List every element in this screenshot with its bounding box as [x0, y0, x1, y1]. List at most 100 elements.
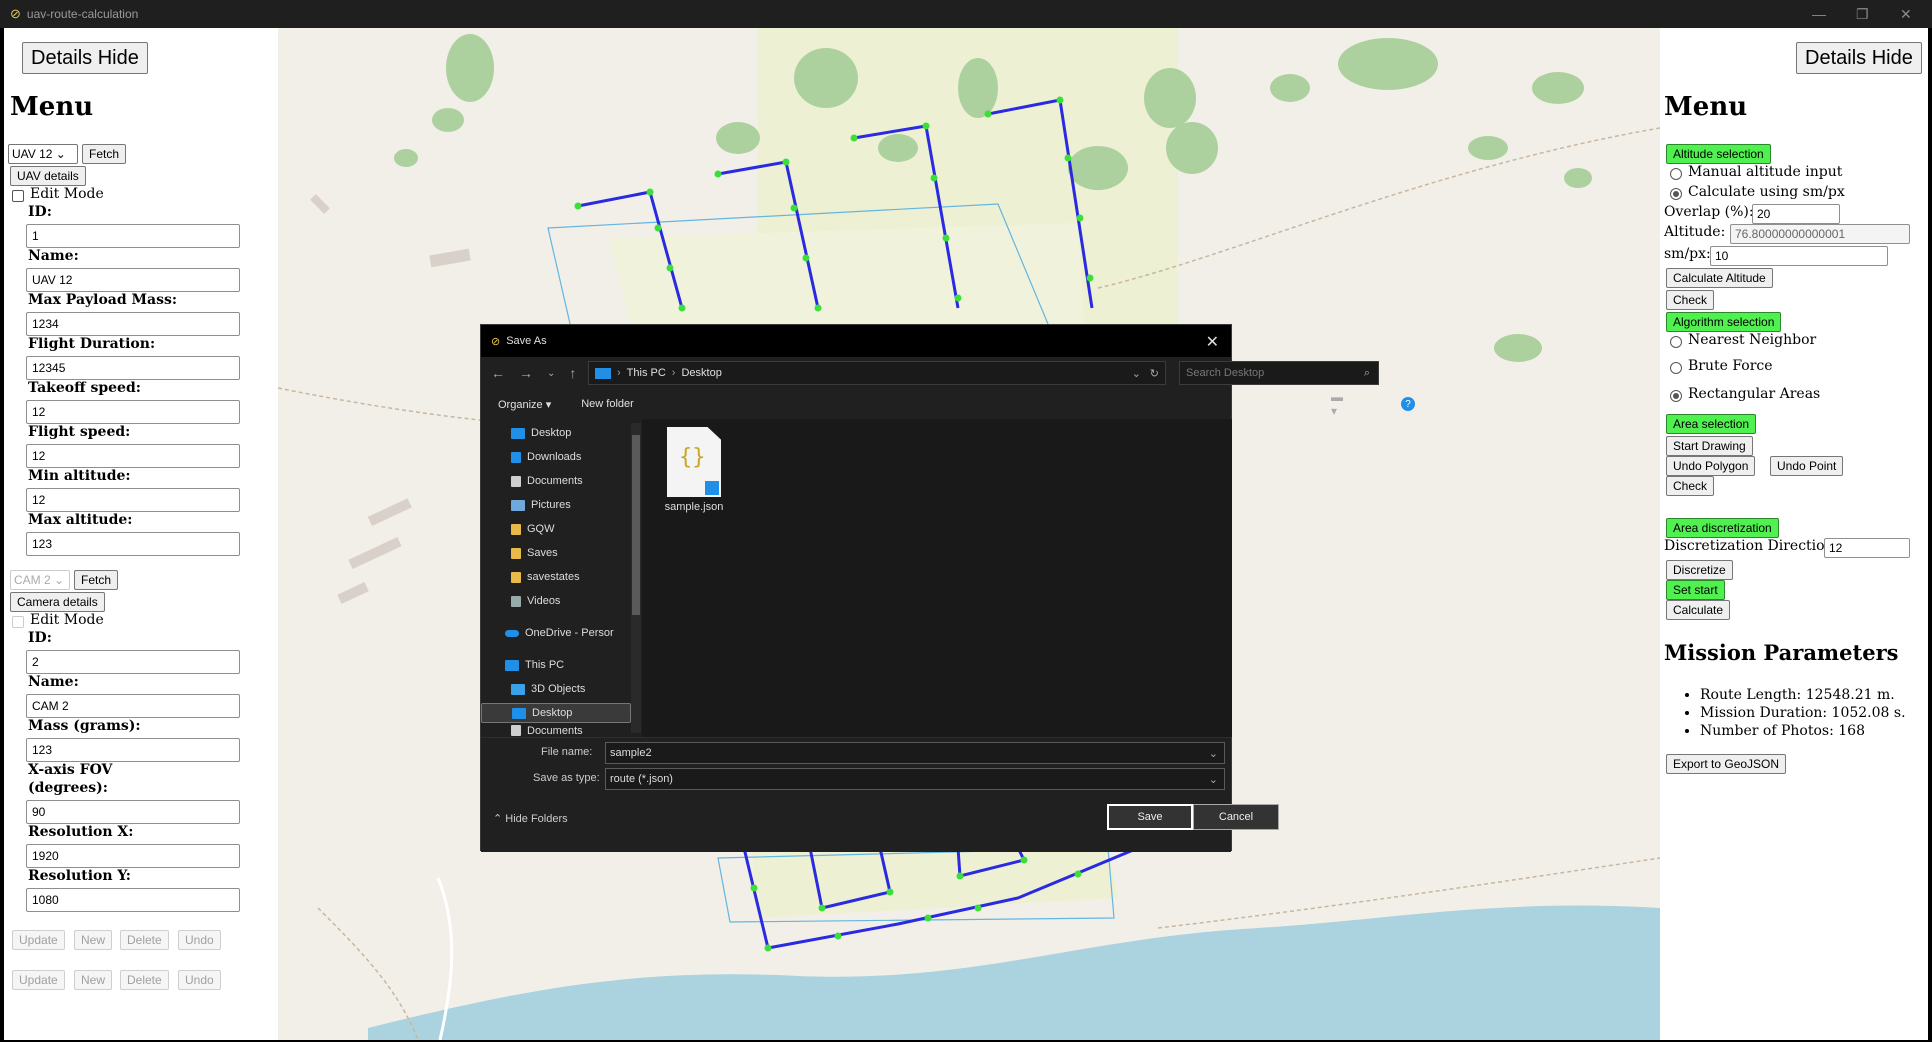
- uav-speed-input[interactable]: 12: [26, 444, 240, 468]
- save-type-dropdown-icon[interactable]: ⌄: [1209, 773, 1218, 786]
- path-box[interactable]: › This PC › Desktop ⌄ ↻: [588, 361, 1166, 385]
- altitude-selection-button[interactable]: Altitude selection: [1666, 144, 1771, 164]
- cam-resx-input[interactable]: 1920: [26, 844, 240, 868]
- cam-resy-input[interactable]: 1080: [26, 888, 240, 912]
- area-selection-button[interactable]: Area selection: [1666, 414, 1757, 434]
- uav-maxalt-input[interactable]: 123: [26, 532, 240, 556]
- tree-item-gqw[interactable]: GQW: [511, 519, 555, 539]
- uav-duration-input[interactable]: 12345: [26, 356, 240, 380]
- save-button[interactable]: Save: [1107, 804, 1193, 830]
- tree-item-documents[interactable]: Documents: [511, 471, 583, 491]
- calc-smpx-radio[interactable]: [1670, 188, 1682, 200]
- tree-item-videos[interactable]: Videos: [511, 591, 560, 611]
- set-start-button[interactable]: Set start: [1666, 580, 1725, 600]
- dialog-close-icon[interactable]: ✕: [1206, 332, 1219, 352]
- calculate-button[interactable]: Calculate: [1666, 600, 1731, 620]
- restore-icon[interactable]: ❐: [1856, 6, 1869, 23]
- path-dropdown-icon[interactable]: ⌄: [1132, 367, 1141, 380]
- hide-folders-toggle[interactable]: ⌃ Hide Folders: [493, 812, 568, 825]
- cam-select[interactable]: CAM 2 ⌄: [10, 570, 70, 590]
- cancel-button[interactable]: Cancel: [1193, 804, 1279, 830]
- area-discretization-button[interactable]: Area discretization: [1666, 518, 1779, 538]
- tree-item-this-pc[interactable]: This PC: [505, 655, 564, 675]
- minimize-icon[interactable]: —: [1812, 6, 1826, 22]
- uav-undo-button[interactable]: Undo: [178, 930, 221, 950]
- uav-delete-button[interactable]: Delete: [120, 930, 169, 950]
- crumb-desktop[interactable]: Desktop: [681, 367, 721, 379]
- smpx-input[interactable]: 10: [1710, 246, 1888, 266]
- undo-polygon-button[interactable]: Undo Polygon: [1666, 456, 1756, 476]
- save-type-select[interactable]: route (*.json) ⌄: [605, 768, 1225, 790]
- crumb-this-pc[interactable]: This PC: [627, 367, 666, 379]
- window-titlebar: ⊘ uav-route-calculation — ❐ ✕: [0, 0, 1932, 28]
- cam-id-input[interactable]: 2: [26, 650, 240, 674]
- altitude-check-button[interactable]: Check: [1666, 290, 1715, 310]
- help-icon[interactable]: ?: [1401, 397, 1415, 411]
- cam-edit-mode-checkbox[interactable]: [12, 616, 24, 628]
- cam-fetch-button[interactable]: Fetch: [74, 570, 119, 590]
- uav-id-input[interactable]: 1: [26, 224, 240, 248]
- tree-item-downloads[interactable]: Downloads: [511, 447, 581, 467]
- uav-name-input[interactable]: UAV 12: [26, 268, 240, 292]
- new-folder-button[interactable]: New folder: [581, 398, 634, 410]
- tree-item-pictures[interactable]: Pictures: [511, 495, 571, 515]
- overlap-input[interactable]: 20: [1752, 204, 1840, 224]
- cam-fov-input[interactable]: 90: [26, 800, 240, 824]
- tree-item-savestates[interactable]: savestates: [511, 567, 580, 587]
- calculate-altitude-button[interactable]: Calculate Altitude: [1666, 268, 1773, 288]
- details-hide-button-right[interactable]: Details Hide: [1796, 42, 1922, 74]
- uav-fetch-button[interactable]: Fetch: [82, 144, 127, 164]
- refresh-icon[interactable]: ↻: [1150, 367, 1159, 380]
- manual-altitude-radio[interactable]: [1670, 168, 1682, 180]
- tree-item-3d-objects[interactable]: 3D Objects: [511, 679, 585, 699]
- disc-direction-input[interactable]: 12: [1824, 538, 1910, 558]
- cam-name-input[interactable]: CAM 2: [26, 694, 240, 718]
- uav-select[interactable]: UAV 12 ⌄: [8, 144, 78, 164]
- file-name-dropdown-icon[interactable]: ⌄: [1209, 747, 1218, 760]
- uav-new-button[interactable]: New: [74, 930, 113, 950]
- calc-smpx-label: Calculate using sm/px: [1688, 184, 1845, 200]
- tree-item-onedrive[interactable]: OneDrive - Persor: [505, 623, 614, 643]
- file-name-input[interactable]: sample2 ⌄: [605, 742, 1225, 764]
- tree-scrollbar-thumb[interactable]: [632, 435, 640, 615]
- uav-update-button[interactable]: Update: [12, 930, 65, 950]
- area-check-button[interactable]: Check: [1666, 476, 1715, 496]
- organize-menu[interactable]: Organize ▾: [498, 398, 551, 411]
- discretize-button[interactable]: Discretize: [1666, 560, 1733, 580]
- rectangular-areas-radio[interactable]: [1670, 390, 1682, 402]
- camera-details-button[interactable]: Camera details: [10, 592, 105, 612]
- cam-new-button[interactable]: New: [74, 970, 113, 990]
- cam-mass-input[interactable]: 123: [26, 738, 240, 762]
- uav-edit-mode-checkbox[interactable]: [12, 190, 24, 202]
- tree-item-desktop-selected[interactable]: Desktop: [481, 703, 631, 723]
- altitude-input[interactable]: 76.80000000000001: [1730, 224, 1910, 244]
- details-hide-button-left[interactable]: Details Hide: [22, 42, 148, 74]
- uav-takeoff-input[interactable]: 12: [26, 400, 240, 424]
- tree-item-saves[interactable]: Saves: [511, 543, 558, 563]
- up-icon[interactable]: ↑: [569, 365, 576, 381]
- algorithm-selection-button[interactable]: Algorithm selection: [1666, 312, 1782, 332]
- undo-point-button[interactable]: Undo Point: [1770, 456, 1844, 476]
- tree-item-documents-2[interactable]: Documents: [511, 725, 583, 737]
- search-box[interactable]: Search Desktop ⌕: [1179, 361, 1379, 385]
- uav-minalt-input[interactable]: 12: [26, 488, 240, 512]
- close-window-icon[interactable]: ✕: [1900, 6, 1912, 23]
- back-icon[interactable]: ←: [491, 365, 505, 381]
- start-drawing-button[interactable]: Start Drawing: [1666, 436, 1753, 456]
- forward-icon[interactable]: →: [519, 365, 533, 381]
- file-item-sample-json[interactable]: {} sample.json: [654, 427, 734, 513]
- recent-dropdown-icon[interactable]: ⌄: [547, 368, 555, 379]
- nearest-neighbor-radio[interactable]: [1670, 336, 1682, 348]
- export-geojson-button[interactable]: Export to GeoJSON: [1666, 754, 1787, 774]
- cam-delete-button[interactable]: Delete: [120, 970, 169, 990]
- uav-details-button[interactable]: UAV details: [10, 166, 86, 186]
- brute-force-radio[interactable]: [1670, 362, 1682, 374]
- uav-payload-input[interactable]: 1234: [26, 312, 240, 336]
- view-icon[interactable]: ▬ ▾: [1331, 390, 1343, 418]
- tree-item-desktop[interactable]: Desktop: [511, 423, 571, 443]
- tree-scrollbar[interactable]: [631, 423, 641, 733]
- disc-direction-label: Discretization Direction:: [1664, 538, 1839, 554]
- cam-update-button[interactable]: Update: [12, 970, 65, 990]
- cam-undo-button[interactable]: Undo: [178, 970, 221, 990]
- dialog-titlebar: ⊘ Save As ✕: [481, 325, 1231, 357]
